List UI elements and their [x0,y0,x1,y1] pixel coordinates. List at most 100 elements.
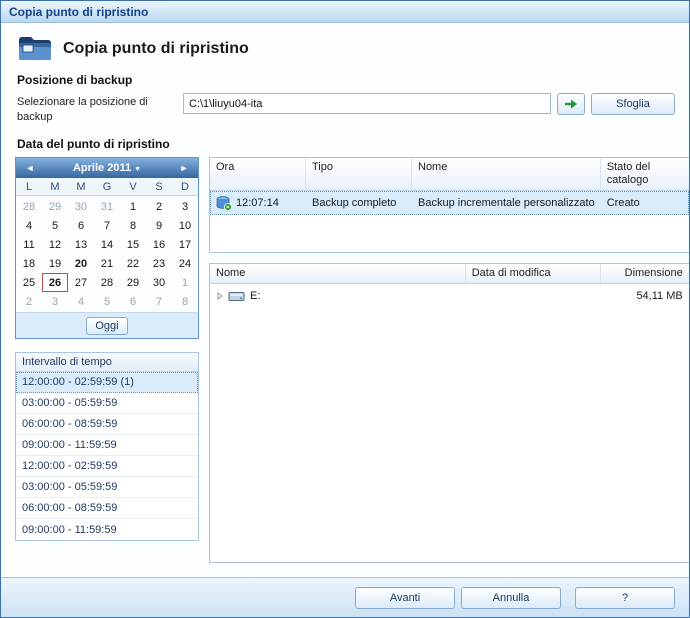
calendar-day[interactable]: 30 [146,273,172,292]
section-title-backup-location: Posizione di backup [17,73,675,87]
calendar-next-icon[interactable]: ► [176,163,192,173]
calendar-day[interactable]: 5 [42,216,68,235]
time-interval-header: Intervallo di tempo [16,353,198,372]
time-interval-row[interactable]: 09:00:00 - 11:59:59 [16,519,198,540]
calendar-day[interactable]: 29 [42,197,68,216]
calendar-day[interactable]: 22 [120,254,146,273]
calendar-day[interactable]: 7 [146,292,172,311]
chevron-down-icon: ▼ [134,166,141,173]
go-button[interactable] [557,93,585,115]
calendar-day[interactable]: 27 [68,273,94,292]
calendar-day[interactable]: 13 [68,235,94,254]
calendar-day[interactable]: 2 [146,197,172,216]
calendar-day[interactable]: 30 [68,197,94,216]
calendar-day[interactable]: 23 [146,254,172,273]
calendar-footer: Oggi [16,312,198,338]
calendar-day[interactable]: 20 [68,254,94,273]
backup-time: 12:07:14 [236,197,279,209]
calendar-day[interactable]: 25 [16,273,42,292]
calendar-day[interactable]: 8 [120,216,146,235]
next-button[interactable]: Avanti [355,587,455,609]
calendar-day[interactable]: 2 [16,292,42,311]
calendar-day[interactable]: 6 [120,292,146,311]
calendar-day[interactable]: 17 [172,235,198,254]
calendar-grid: 2829303112345678910111213141516171819202… [16,196,198,312]
time-interval-row[interactable]: 06:00:00 - 08:59:59 [16,498,198,519]
backup-points-table: Ora Tipo Nome Stato del catalogo [209,157,689,253]
column-header-data-modifica[interactable]: Data di modifica [466,264,601,283]
time-interval-row[interactable]: 06:00:00 - 08:59:59 [16,414,198,435]
calendar-weekday-label: V [120,178,146,195]
column-header-nome[interactable]: Nome [210,264,466,283]
help-button[interactable]: ? [575,587,675,609]
column-header-stato-catalogo[interactable]: Stato del catalogo [601,158,689,190]
calendar-day[interactable]: 6 [68,216,94,235]
calendar-day[interactable]: 9 [146,216,172,235]
browse-button[interactable]: Sfoglia [591,93,675,115]
main-area: ◄ Aprile 2011▼ ► LMMGVSD 282930311234567… [15,157,675,563]
calendar-day[interactable]: 29 [120,273,146,292]
volume-name: E: [250,290,260,302]
calendar-day[interactable]: 10 [172,216,198,235]
backup-point-row[interactable]: 12:07:14 Backup completo Backup incremen… [210,191,689,215]
column-header-nome[interactable]: Nome [412,158,601,190]
calendar-day[interactable]: 12 [42,235,68,254]
volume-row[interactable]: E: 54,11 MB [210,284,689,308]
calendar-day[interactable]: 7 [94,216,120,235]
calendar-day[interactable]: 15 [120,235,146,254]
copy-restore-point-dialog: Copia punto di ripristino Copia punto di… [0,0,690,618]
backup-location-row: Selezionare la posizione di backup Sfogl… [17,93,675,131]
calendar-day[interactable]: 14 [94,235,120,254]
calendar-weekday-label: G [94,178,120,195]
calendar-day[interactable]: 19 [42,254,68,273]
calendar-header: ◄ Aprile 2011▼ ► [16,158,198,178]
calendar-day[interactable]: 28 [16,197,42,216]
calendar-day[interactable]: 8 [172,292,198,311]
calendar-weekday-label: D [172,178,198,195]
calendar-prev-icon[interactable]: ◄ [22,163,38,173]
calendar-day[interactable]: 4 [16,216,42,235]
calendar-day[interactable]: 4 [68,292,94,311]
restore-point-folder-icon [17,34,53,64]
calendar-day[interactable]: 3 [42,292,68,311]
time-interval-row[interactable]: 03:00:00 - 05:59:59 [16,477,198,498]
column-header-tipo[interactable]: Tipo [306,158,412,190]
backup-type: Backup completo [306,197,412,209]
time-interval-row[interactable]: 03:00:00 - 05:59:59 [16,393,198,414]
calendar-month-label: Aprile 2011 [73,162,131,174]
time-interval-row[interactable]: 12:00:00 - 02:59:59 [16,456,198,477]
calendar-day[interactable]: 5 [94,292,120,311]
backup-location-label: Selezionare la posizione di backup [17,93,177,125]
page-title: Copia punto di ripristino [63,40,249,58]
time-interval-row[interactable]: 12:00:00 - 02:59:59 (1) [16,372,198,393]
drive-icon [228,290,246,302]
calendar-month-dropdown[interactable]: Aprile 2011▼ [38,162,176,174]
calendar-day-selected[interactable]: 26 [42,273,68,292]
calendar-day[interactable]: 18 [16,254,42,273]
calendar-weekday-row: LMMGVSD [16,178,198,196]
calendar-day[interactable]: 16 [146,235,172,254]
column-header-ora[interactable]: Ora [210,158,306,190]
volume-size: 54,11 MB [601,290,689,302]
backup-path-input[interactable] [183,93,551,114]
calendar-weekday-label: S [146,178,172,195]
dialog-content: Copia punto di ripristino Posizione di b… [1,23,689,577]
today-button[interactable]: Oggi [86,317,128,335]
calendar-day[interactable]: 3 [172,197,198,216]
backup-name: Backup incrementale personalizzato [412,197,601,209]
time-interval-rows: 12:00:00 - 02:59:59 (1)03:00:00 - 05:59:… [16,372,198,540]
calendar-day[interactable]: 1 [172,273,198,292]
time-interval-list: Intervallo di tempo 12:00:00 - 02:59:59 … [15,352,199,541]
right-column: Ora Tipo Nome Stato del catalogo [209,157,689,563]
column-header-dimensione[interactable]: Dimensione [601,264,689,283]
expand-icon[interactable] [216,292,224,300]
cancel-button[interactable]: Annulla [461,587,561,609]
section-title-restore-point-date: Data del punto di ripristino [17,137,675,151]
calendar-day[interactable]: 31 [94,197,120,216]
calendar-day[interactable]: 11 [16,235,42,254]
calendar-day[interactable]: 24 [172,254,198,273]
calendar-day[interactable]: 21 [94,254,120,273]
calendar-day[interactable]: 28 [94,273,120,292]
time-interval-row[interactable]: 09:00:00 - 11:59:59 [16,435,198,456]
calendar-day[interactable]: 1 [120,197,146,216]
